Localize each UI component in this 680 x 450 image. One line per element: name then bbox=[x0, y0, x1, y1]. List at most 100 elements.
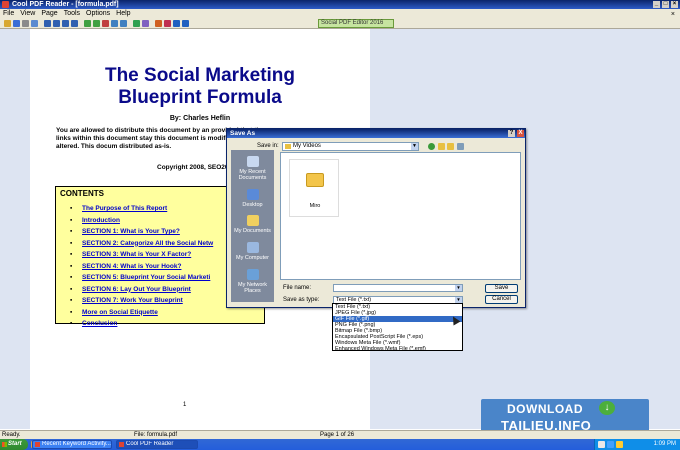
document-title-line1: The Social Marketing bbox=[104, 65, 296, 86]
network-icon[interactable] bbox=[607, 441, 614, 448]
document-author: By: Charles Heflin bbox=[169, 115, 231, 122]
file-list[interactable]: Miro bbox=[280, 152, 521, 280]
menu-view[interactable]: View bbox=[17, 9, 38, 18]
download-arrow-icon: ↓ bbox=[599, 401, 615, 415]
new-folder-icon[interactable] bbox=[447, 143, 454, 150]
app-icon bbox=[2, 1, 9, 8]
contents-link[interactable]: Introduction bbox=[70, 217, 213, 229]
volume-icon[interactable] bbox=[616, 441, 623, 448]
save-in-dropdown[interactable]: My Videos ▼ bbox=[282, 142, 419, 151]
my-documents-icon bbox=[246, 215, 259, 226]
status-bar: Ready. File: formula.pdf Page 1 of 26 bbox=[0, 430, 680, 439]
zoom-out-icon[interactable] bbox=[93, 20, 100, 27]
contents-link[interactable]: SECTION 6: Lay Out Your Blueprint bbox=[70, 286, 213, 298]
file-name-label: File name: bbox=[283, 285, 312, 291]
cancel-button[interactable]: Cancel bbox=[485, 295, 518, 304]
contents-link[interactable]: SECTION 4: What is Your Hook? bbox=[70, 263, 213, 275]
menu-tools[interactable]: Tools bbox=[61, 9, 83, 18]
status-page: Page 1 of 26 bbox=[320, 432, 355, 438]
windows-logo-icon bbox=[2, 442, 7, 447]
print-icon[interactable] bbox=[22, 20, 29, 27]
window-titlebar: Cool PDF Reader - [formula.pdf] _ □ × bbox=[0, 0, 680, 9]
contents-title: CONTENTS bbox=[60, 189, 104, 198]
place-recent-documents[interactable]: My Recent Documents bbox=[231, 156, 274, 181]
taskbar-item-pdf-reader[interactable]: Cool PDF Reader bbox=[116, 440, 198, 449]
menu-page[interactable]: Page bbox=[38, 9, 60, 18]
tools-icon[interactable] bbox=[155, 20, 162, 27]
places-bar: My Recent Documents Desktop My Documents… bbox=[231, 150, 274, 302]
menu-file[interactable]: File bbox=[0, 9, 17, 18]
window-title: Cool PDF Reader - [formula.pdf] bbox=[12, 1, 119, 8]
next-page-icon[interactable] bbox=[62, 20, 69, 27]
help-icon[interactable] bbox=[173, 20, 180, 27]
dialog-title: Save As bbox=[230, 130, 256, 137]
about-icon[interactable] bbox=[182, 20, 189, 27]
first-page-icon[interactable] bbox=[44, 20, 51, 27]
open-icon[interactable] bbox=[4, 20, 11, 27]
contents-link[interactable]: More on Social Etiquette bbox=[70, 309, 213, 321]
fit-width-icon[interactable] bbox=[111, 20, 118, 27]
last-page-icon[interactable] bbox=[71, 20, 78, 27]
contents-link[interactable]: SECTION 1: What is Your Type? bbox=[70, 228, 213, 240]
my-computer-icon bbox=[246, 242, 259, 253]
recent-documents-icon bbox=[246, 156, 259, 167]
actual-size-icon[interactable] bbox=[102, 20, 109, 27]
desktop-icon bbox=[246, 189, 259, 200]
place-my-network[interactable]: My Network Places bbox=[231, 269, 274, 294]
dialog-titlebar: Save As ? X bbox=[227, 129, 525, 138]
browser-icon bbox=[35, 442, 40, 447]
folder-icon bbox=[306, 173, 324, 187]
up-folder-icon[interactable] bbox=[438, 143, 445, 150]
prev-page-icon[interactable] bbox=[53, 20, 60, 27]
chevron-down-icon[interactable]: ▼ bbox=[455, 285, 462, 291]
toolbar: Social PDF Editor 2016 bbox=[0, 18, 680, 29]
folder-item[interactable]: Miro bbox=[289, 159, 339, 217]
taskbar: Start Recent Keyword Activity... Cool PD… bbox=[0, 439, 680, 450]
start-button[interactable]: Start bbox=[0, 439, 28, 450]
folder-name: Miro bbox=[309, 203, 321, 209]
file-type-option[interactable]: Enhanced Windows Meta File (*.emf) bbox=[333, 346, 462, 352]
copy-icon[interactable] bbox=[31, 20, 38, 27]
contents-list: The Purpose of This Report Introduction … bbox=[70, 205, 213, 332]
minimize-button[interactable]: _ bbox=[653, 1, 660, 8]
contents-link[interactable]: SECTION 5: Blueprint Your Social Marketi bbox=[70, 274, 213, 286]
place-my-documents[interactable]: My Documents bbox=[231, 215, 274, 234]
close-button[interactable]: × bbox=[671, 1, 678, 8]
zoom-dropdown[interactable]: Social PDF Editor 2016 bbox=[318, 19, 394, 28]
maximize-button[interactable]: □ bbox=[662, 1, 669, 8]
contents-link[interactable]: SECTION 3: What is Your X Factor? bbox=[70, 251, 213, 263]
folder-icon bbox=[285, 144, 291, 149]
views-menu-icon[interactable] bbox=[457, 143, 464, 150]
back-icon[interactable] bbox=[428, 143, 435, 150]
menu-help[interactable]: Help bbox=[113, 9, 133, 18]
file-type-dropdown-list[interactable]: Text File (*.txt) JPEG File (*.jpg) GIF … bbox=[332, 303, 463, 352]
menu-options[interactable]: Options bbox=[83, 9, 113, 18]
pdf-reader-icon bbox=[119, 442, 124, 447]
file-name-input[interactable]: ▼ bbox=[333, 284, 463, 292]
contents-link[interactable]: SECTION 7: Work Your Blueprint bbox=[70, 297, 213, 309]
save-as-dialog: Save As ? X Save in: My Videos ▼ My Rece… bbox=[226, 128, 526, 308]
contents-link[interactable]: Conclusion bbox=[70, 320, 213, 332]
taskbar-item-browser[interactable]: Recent Keyword Activity... bbox=[32, 440, 112, 449]
page-number: 1 bbox=[183, 402, 187, 408]
ebook-icon[interactable] bbox=[164, 20, 171, 27]
watermark-download-text: DOWNLOAD bbox=[507, 402, 583, 416]
contents-link[interactable]: The Purpose of This Report bbox=[70, 205, 213, 217]
save-in-value: My Videos bbox=[293, 143, 321, 149]
export-icon[interactable] bbox=[133, 20, 140, 27]
zoom-in-icon[interactable] bbox=[84, 20, 91, 27]
save-as-type-label: Save as type: bbox=[283, 297, 320, 303]
tray-icon[interactable] bbox=[598, 441, 605, 448]
contents-link[interactable]: SECTION 2: Categorize All the Social Net… bbox=[70, 240, 213, 252]
place-desktop[interactable]: Desktop bbox=[231, 189, 274, 208]
clock: 1:09 PM bbox=[653, 441, 676, 447]
place-my-computer[interactable]: My Computer bbox=[231, 242, 274, 261]
save-button[interactable]: Save bbox=[485, 284, 518, 293]
convert-icon[interactable] bbox=[142, 20, 149, 27]
chevron-down-icon[interactable]: ▼ bbox=[411, 143, 418, 150]
menu-bar: File View Page Tools Options Help × bbox=[0, 9, 680, 18]
dialog-help-button[interactable]: ? bbox=[508, 130, 515, 137]
save-icon[interactable] bbox=[13, 20, 20, 27]
fit-page-icon[interactable] bbox=[120, 20, 127, 27]
dialog-close-button[interactable]: X bbox=[517, 130, 524, 137]
